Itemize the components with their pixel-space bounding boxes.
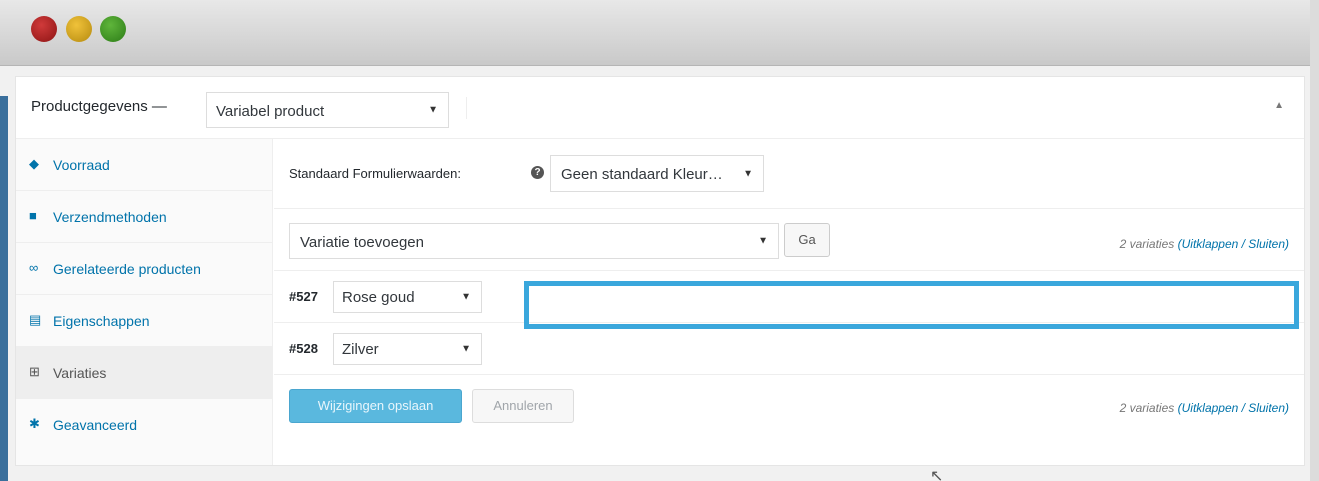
tab-gerelateerde-producten[interactable]: ∞ Gerelateerde producten	[16, 243, 273, 295]
tab-voorraad[interactable]: ◆ Voorraad	[16, 139, 273, 191]
tab-label: Variaties	[53, 365, 107, 381]
dropdown-arrow-icon: ▼	[743, 168, 753, 179]
mouse-cursor-icon: ↖	[930, 468, 944, 481]
variation-count: 2 variaties (Uitklappen / Sluiten)	[1120, 401, 1289, 415]
variation-id: #527	[289, 289, 318, 304]
dropdown-arrow-icon: ▼	[461, 291, 471, 303]
add-variation-select[interactable]: Variatie toevoegen ▼	[289, 223, 779, 259]
expand-collapse-links[interactable]: (Uitklappen / Sluiten)	[1178, 237, 1289, 251]
maximize-button[interactable]	[100, 16, 126, 42]
add-variation-row: Variatie toevoegen ▼ Ga 2 variaties (Uit…	[274, 209, 1304, 271]
tab-label: Voorraad	[53, 157, 110, 173]
dropdown-arrow-icon: ▼	[758, 235, 768, 247]
product-type-value: Variabel product	[216, 103, 325, 120]
dropdown-arrow-icon: ▼	[461, 343, 471, 355]
default-form-values-row: Standaard Formulierwaarden: ? Geen stand…	[274, 139, 1304, 209]
truck-icon: ■	[29, 208, 37, 223]
expand-collapse-links[interactable]: (Uitklappen / Sluiten)	[1178, 401, 1289, 415]
variation-count-text: 2 variaties	[1119, 237, 1175, 251]
variation-attribute-select[interactable]: Zilver ▼	[333, 333, 482, 365]
tab-label: Verzendmethoden	[53, 209, 167, 225]
variation-row[interactable]: #528 Zilver ▼	[274, 323, 1304, 375]
tab-eigenschappen[interactable]: ▤ Eigenschappen	[16, 295, 273, 347]
minimize-button[interactable]	[66, 16, 92, 42]
header-divider	[466, 97, 467, 119]
product-type-select[interactable]: Variabel product ▼	[206, 92, 449, 128]
panel-title: Productgegevens —	[31, 98, 167, 115]
variation-id: #528	[289, 341, 318, 356]
default-color-value: Geen standaard Kleur…	[561, 166, 723, 183]
product-data-tabs: ◆ Voorraad ■ Verzendmethoden ∞ Gerelatee…	[16, 139, 273, 465]
dropdown-arrow-icon: ▼	[428, 104, 438, 116]
variation-attribute-value: Zilver	[342, 341, 379, 358]
window-titlebar	[0, 0, 1310, 66]
go-button[interactable]: Ga	[784, 223, 830, 257]
triangle-up-icon[interactable]: ▲	[1274, 100, 1284, 111]
variation-attribute-value: Rose goud	[342, 289, 415, 306]
variation-count-text: 2 variaties	[1119, 401, 1175, 415]
add-variation-value: Variatie toevoegen	[300, 234, 424, 251]
window-edge	[1310, 0, 1319, 481]
default-color-select[interactable]: Geen standaard Kleur… ▼	[550, 155, 764, 192]
close-button[interactable]	[31, 16, 57, 42]
tag-icon: ◆	[29, 156, 39, 171]
gear-icon: ✱	[29, 416, 40, 431]
variations-content: Standaard Formulierwaarden: ? Geen stand…	[274, 139, 1304, 465]
save-changes-button[interactable]: Wijzigingen opslaan	[289, 389, 462, 423]
product-data-panel: Productgegevens — Variabel product ▼ ▲ ◆…	[15, 76, 1305, 466]
cancel-button[interactable]: Annuleren	[472, 389, 574, 423]
tab-variaties[interactable]: ⊞ Variaties	[16, 347, 273, 399]
variation-attribute-select[interactable]: Rose goud ▼	[333, 281, 482, 313]
default-values-label: Standaard Formulierwaarden:	[289, 166, 461, 181]
tab-label: Eigenschappen	[53, 313, 150, 329]
tab-verzendmethoden[interactable]: ■ Verzendmethoden	[16, 191, 273, 243]
background-strip	[0, 96, 8, 481]
list-icon: ▤	[29, 312, 42, 327]
link-icon: ∞	[29, 260, 39, 275]
tab-label: Geavanceerd	[53, 417, 138, 433]
panel-header: Productgegevens — Variabel product ▼ ▲	[16, 77, 1304, 139]
highlight-annotation-box	[524, 281, 1299, 329]
actions-row: Wijzigingen opslaan Annuleren 2 variatie…	[274, 375, 1304, 465]
help-icon[interactable]: ?	[531, 166, 544, 179]
tab-geavanceerd[interactable]: ✱ Geavanceerd	[16, 399, 273, 451]
variation-count: 2 variaties (Uitklappen / Sluiten)	[1120, 237, 1289, 251]
grid-icon: ⊞	[29, 364, 40, 379]
tab-label: Gerelateerde producten	[53, 261, 201, 277]
